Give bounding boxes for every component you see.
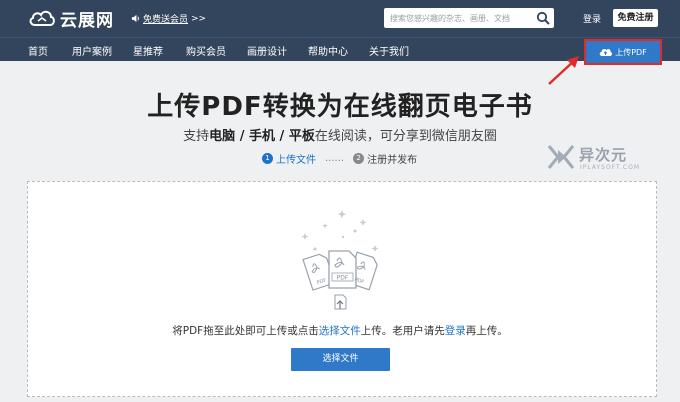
promo-arrow: >> xyxy=(191,13,207,24)
step-dots: ...... xyxy=(325,153,345,164)
subtitle-mobile: 手机 xyxy=(248,129,275,144)
search-input[interactable] xyxy=(384,8,532,28)
promo-text: 免费送会员 xyxy=(143,15,189,25)
upload-pdf-label: 上传PDF xyxy=(615,47,647,57)
login-link[interactable]: 登录 xyxy=(583,12,601,25)
logo-text: 云展网 xyxy=(60,10,114,31)
nav-item-home[interactable]: 首页 xyxy=(28,43,48,58)
instructions-middle: 上传。老用户请先 xyxy=(360,325,445,337)
step-upload: 1 上传文件 xyxy=(262,151,316,166)
red-arrow-annotation xyxy=(548,56,579,85)
search-icon[interactable] xyxy=(536,11,550,25)
subtitle-sep: / xyxy=(235,129,249,144)
nav-item-membership[interactable]: 购买会员 xyxy=(186,43,226,58)
step-label: 上传文件 xyxy=(276,155,316,166)
choose-file-button[interactable]: 选择文件 xyxy=(291,348,390,371)
dropzone-instructions: 将PDF拖至此处即可上传或点击选择文件上传。老用户请先登录再上传。 xyxy=(0,323,680,338)
promo-link[interactable]: 免费送会员 >> xyxy=(131,12,206,25)
register-button[interactable]: 免费注册 xyxy=(613,9,658,27)
choose-file-link[interactable]: 选择文件 xyxy=(319,325,361,337)
step-label: 注册并发布 xyxy=(367,155,418,166)
brand-logo-icon xyxy=(547,145,575,169)
nav-item-help[interactable]: 帮助中心 xyxy=(308,43,348,58)
nav-item-recommend[interactable]: 星推荐 xyxy=(133,43,163,58)
watermark-brand: 异次元 IPLAYSOFT.COM xyxy=(546,140,661,180)
subtitle-prefix: 支持 xyxy=(183,129,210,144)
brand-url: IPLAYSOFT.COM xyxy=(580,164,640,171)
brand-name: 异次元 xyxy=(579,146,628,164)
step-register: 2 注册并发布 xyxy=(353,151,417,166)
upload-pdf-button[interactable]: 上传PDF xyxy=(584,39,662,65)
nav-item-design[interactable]: 画册设计 xyxy=(247,43,287,58)
cloud-logo-icon xyxy=(29,10,55,26)
site-logo[interactable]: 云展网 xyxy=(28,7,114,31)
nav-item-about[interactable]: 关于我们 xyxy=(369,43,409,58)
subtitle-suffix: 在线阅读，可分享到微信朋友圈 xyxy=(314,129,497,144)
pdf-badge: PDF xyxy=(337,275,349,282)
nav-item-cases[interactable]: 用户案例 xyxy=(72,43,112,58)
instructions-suffix: 再上传。 xyxy=(465,325,508,337)
subtitle-sep: / xyxy=(275,129,289,144)
search-box xyxy=(384,8,554,28)
speaker-icon xyxy=(131,14,139,23)
subtitle-desktop: 电脑 xyxy=(209,129,236,144)
instructions-prefix: 将PDF拖至此处即可上传或点击 xyxy=(172,325,319,337)
subtitle-tablet: 平板 xyxy=(288,129,315,144)
page-title: 上传PDF转换为在线翻页电子书 xyxy=(147,92,533,122)
steps-indicator: 1 上传文件 ...... 2 注册并发布 xyxy=(262,151,417,166)
cloud-upload-icon xyxy=(599,48,613,56)
pdf-files-illustration-icon: PDF PDF PDF xyxy=(301,210,379,310)
step-number: 1 xyxy=(262,153,273,164)
step-number: 2 xyxy=(353,153,365,164)
login-link-inline[interactable]: 登录 xyxy=(445,325,466,337)
